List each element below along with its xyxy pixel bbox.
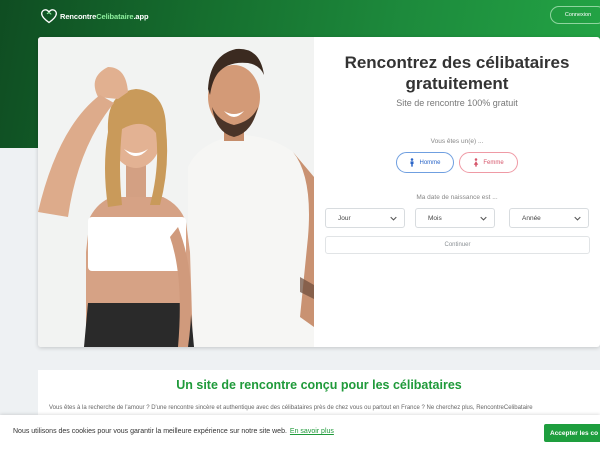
cookie-banner: Nous utilisons des cookies pour vous gar… (0, 415, 600, 450)
homme-button[interactable]: Homme (396, 152, 454, 173)
female-icon (474, 158, 479, 167)
femme-button[interactable]: Femme (459, 152, 518, 173)
learn-more-link[interactable]: En savoir plus (290, 428, 334, 435)
day-select-value: Jour (338, 214, 351, 222)
hero-subtitle: Site de rencontre 100% gratuit (396, 98, 518, 108)
hero-card: Rencontrez des célibataires gratuitement… (38, 37, 600, 347)
signup-form: Rencontrez des célibataires gratuitement… (314, 37, 600, 347)
logo-text: RencontreCelibataire.app (60, 11, 149, 21)
continue-button[interactable]: Continuer (325, 236, 590, 254)
chevron-down-icon (574, 216, 581, 221)
cookie-message: Nous utilisons des cookies pour vous gar… (13, 428, 334, 435)
day-select[interactable]: Jour (325, 208, 405, 228)
accept-cookies-button[interactable]: Accepter les co (544, 424, 600, 442)
heart-logo-icon (41, 8, 57, 23)
year-select[interactable]: Année (509, 208, 589, 228)
month-select[interactable]: Mois (415, 208, 495, 228)
chevron-down-icon (480, 216, 487, 221)
male-icon (410, 158, 414, 167)
couple-photo (38, 37, 314, 347)
section-title: Un site de rencontre conçu pour les céli… (176, 378, 462, 392)
hero-title: Rencontrez des célibataires gratuitement (344, 53, 570, 93)
section-text: Vous êtes à la recherche de l'amour ? D'… (49, 405, 533, 411)
site-logo[interactable]: RencontreCelibataire.app (41, 8, 149, 24)
cookie-text: Nous utilisons des cookies pour vous gar… (13, 428, 287, 435)
month-select-value: Mois (428, 214, 442, 222)
year-select-value: Année (522, 214, 541, 222)
femme-label: Femme (483, 159, 504, 166)
chevron-down-icon (390, 216, 397, 221)
gender-label: Vous êtes un(e) ... (430, 138, 484, 145)
connexion-button[interactable]: Connexion (550, 6, 600, 24)
homme-label: Homme (419, 159, 441, 166)
birthdate-label: Ma date de naissance est ... (416, 194, 498, 201)
